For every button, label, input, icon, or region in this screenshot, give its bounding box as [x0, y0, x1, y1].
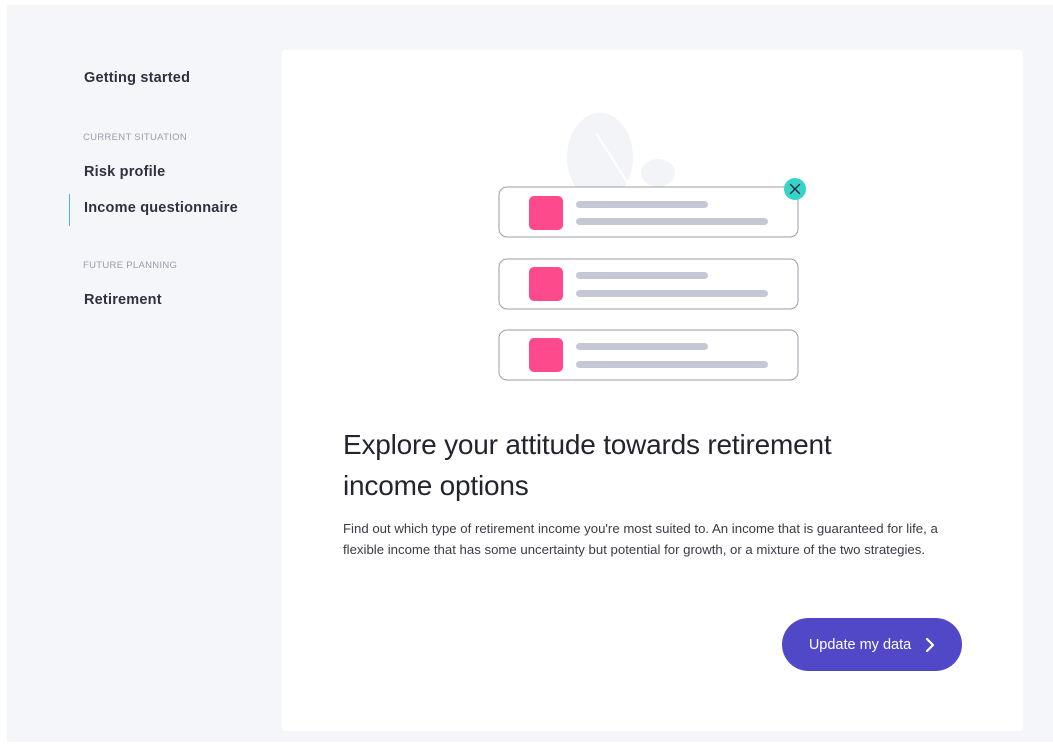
sidebar-section-future-planning: FUTURE PLANNING — [83, 260, 178, 271]
sidebar-item-retirement[interactable]: Retirement — [84, 292, 162, 308]
sidebar-item-income-questionnaire[interactable]: Income questionnaire — [84, 200, 238, 216]
update-my-data-button[interactable]: Update my data — [782, 618, 962, 671]
content-card: Explore your attitude towards retirement… — [282, 50, 1023, 731]
illustration-card-1 — [498, 186, 799, 238]
list-cards-illustration — [498, 113, 806, 381]
app-page: Getting started CURRENT SITUATION Risk p… — [7, 5, 1053, 742]
illustration-card-3 — [498, 329, 799, 381]
chevron-right-icon — [925, 637, 935, 653]
close-icon — [784, 178, 806, 200]
sidebar-item-risk-profile[interactable]: Risk profile — [84, 164, 165, 180]
page-description: Find out which type of retirement income… — [343, 521, 938, 557]
sidebar-item-getting-started[interactable]: Getting started — [84, 70, 190, 86]
page-title: Explore your attitude towards retirement… — [343, 429, 832, 501]
sidebar-nav: Getting started CURRENT SITUATION Risk p… — [7, 5, 277, 742]
update-my-data-label: Update my data — [808, 636, 912, 653]
illustration-card-2 — [498, 258, 799, 310]
sidebar-section-current-situation: CURRENT SITUATION — [83, 132, 187, 143]
active-indicator — [69, 194, 70, 226]
